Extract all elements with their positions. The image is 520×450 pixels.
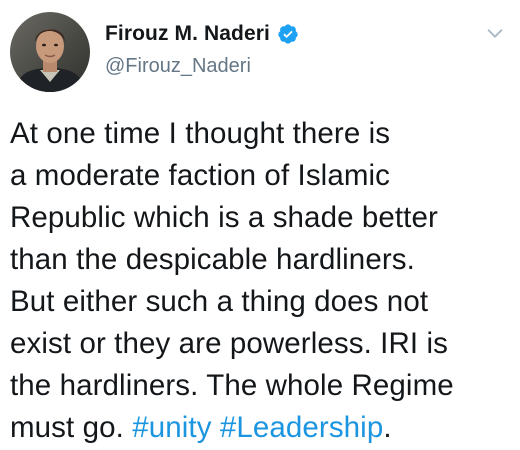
tweet-text: At one time I thought there is a moderat…	[10, 113, 510, 449]
author-name-row[interactable]: Firouz M. Naderi	[105, 22, 299, 46]
tweet-text-line: a moderate faction of Islamic	[10, 159, 391, 192]
tweet-text-line: At one time I thought there is	[10, 117, 391, 150]
profile-photo-icon	[10, 12, 90, 92]
tweet-text-segment: must go.	[10, 411, 133, 444]
verified-badge-icon	[277, 23, 299, 45]
tweet-text-line: the hardliners. The whole Regime	[10, 369, 454, 402]
avatar[interactable]	[10, 12, 90, 92]
chevron-down-icon[interactable]	[484, 22, 506, 44]
tweet-text-line: exist or they are powerless. IRI is	[10, 327, 448, 360]
tweet-text-line: But either such a thing does not	[10, 285, 429, 318]
tweet-text-last-line: must go. #unity #Leadership.	[10, 407, 510, 449]
tweet-text-line: Republic which is a shade better	[10, 201, 438, 234]
tweet-card: Firouz M. Naderi @Firouz_Naderi At one t…	[0, 0, 520, 450]
tweet-text-line: than the despicable hardliners.	[10, 243, 415, 276]
hashtag-unity-link[interactable]: #unity	[132, 411, 211, 444]
hashtag-leadership-link[interactable]: #Leadership	[220, 411, 383, 444]
author-display-name[interactable]: Firouz M. Naderi	[105, 22, 270, 46]
author-handle[interactable]: @Firouz_Naderi	[105, 55, 251, 78]
hashtag-separator	[212, 411, 220, 444]
tweet-text-period: .	[383, 411, 392, 444]
